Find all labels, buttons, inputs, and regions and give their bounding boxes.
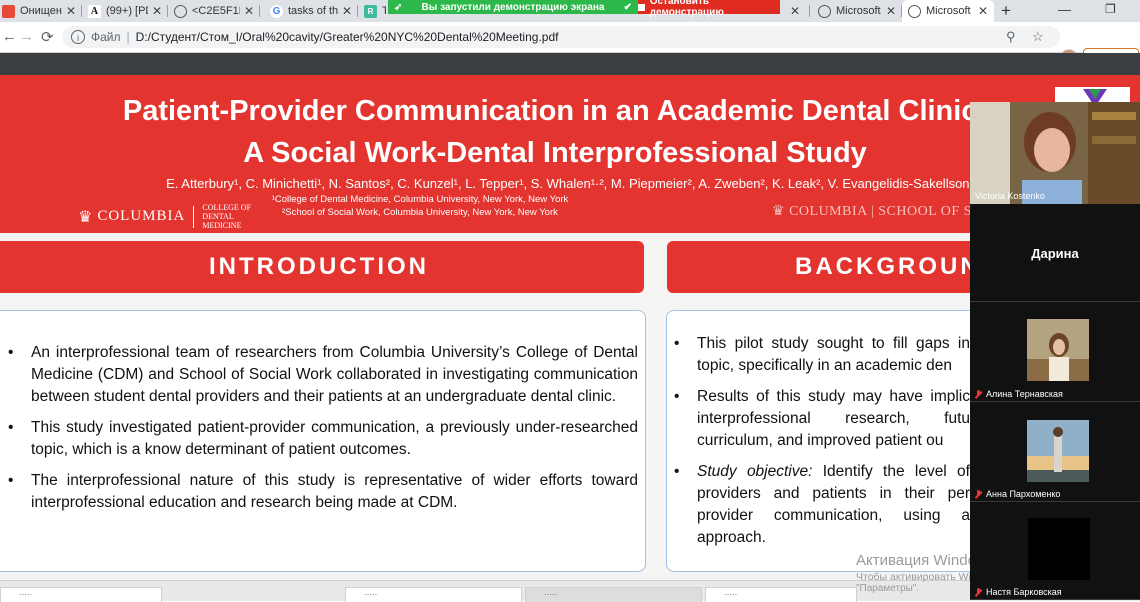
browser-tab[interactable]: ✕ [780, 0, 810, 22]
poster-page: Patient-Provider Communication in an Aca… [0, 75, 1140, 580]
browser-tab-active[interactable]: Microsoft ✕ [902, 0, 994, 22]
section-heading-introduction: INTRODUCTION [0, 241, 644, 293]
rg-icon: R [364, 4, 377, 18]
reload-icon[interactable]: ⟳ [41, 28, 54, 46]
participant-tile[interactable]: Дарина [970, 204, 1140, 302]
url-text: D:/Студент/Стом_I/Oral%20cavity/Greater%… [135, 30, 559, 44]
close-tab-icon[interactable]: ✕ [886, 4, 896, 18]
list-item: The interprofessional nature of this stu… [4, 470, 638, 514]
crown-icon: ♛ [78, 208, 93, 226]
list-item: Study objective: Identify the level of p… [670, 461, 970, 549]
browser-tab[interactable]: G tasks of th ✕ [264, 0, 358, 22]
globe-icon [818, 4, 831, 18]
shield-icon: ✔ [623, 1, 632, 13]
participant-tile[interactable]: Настя Барковская [970, 502, 1140, 600]
close-tab-icon[interactable]: ✕ [342, 4, 352, 18]
new-tab-button[interactable]: + [996, 1, 1016, 21]
google-icon: G [270, 4, 283, 18]
participant-name: Анна Пархоменко [975, 489, 1060, 499]
screen-share-banner: ➶ Вы запустили демонстрацию экрана ✔ Ост… [388, 0, 780, 18]
participant-tile[interactable]: Анна Пархоменко [970, 402, 1140, 502]
participant-tile[interactable]: Алина Тернавская [970, 302, 1140, 402]
close-tab-icon[interactable]: ✕ [66, 4, 76, 18]
pdf-toolbar [0, 53, 1140, 75]
globe-icon [908, 4, 921, 18]
participant-avatar [1028, 518, 1090, 580]
close-tab-icon[interactable]: ✕ [152, 4, 162, 18]
stop-share-button[interactable]: Остановить демонстрацию [638, 0, 780, 18]
address-bar[interactable]: i Файл | D:/Студент/Стом_I/Oral%20cavity… [62, 26, 1060, 48]
participant-tile[interactable]: Victoria Kostenko [970, 102, 1140, 204]
columbia-dental-logo: ♛ COLUMBIA COLLEGE OF DENTAL MEDICINE [78, 203, 252, 230]
minimize-icon[interactable]: — [1058, 2, 1071, 17]
academia-icon: A [88, 4, 101, 18]
globe-icon [174, 4, 187, 18]
participant-avatar [1027, 319, 1089, 381]
mic-muted-icon [975, 389, 982, 399]
list-item: Results of this study may have implic in… [670, 386, 970, 452]
list-item: This study investigated patient-provider… [4, 417, 638, 461]
browser-tab[interactable]: A (99+) [PDF ✕ [82, 0, 168, 22]
zoom-icon[interactable]: ⚲ [1006, 29, 1016, 45]
stop-icon [638, 3, 645, 11]
close-tab-icon[interactable]: ✕ [244, 4, 254, 18]
ticket-icon [2, 4, 15, 18]
mic-muted-icon [975, 587, 982, 597]
browser-tab[interactable]: <C2E5F1F ✕ [168, 0, 260, 22]
poster-title-line1: Patient-Provider Communication in an Aca… [122, 95, 988, 127]
list-item: This pilot study sought to fill gaps in … [670, 333, 970, 377]
mic-muted-icon [975, 489, 982, 499]
participant-name: Victoria Kostenko [975, 191, 1045, 201]
close-tab-icon[interactable]: ✕ [790, 4, 800, 18]
browser-toolbar: ← → ⟳ i Файл | D:/Студент/Стом_I/Oral%20… [0, 22, 1140, 69]
background-list: This pilot study sought to fill gaps in … [670, 333, 970, 558]
participant-avatar [1027, 420, 1089, 482]
participant-name: Алина Тернавская [975, 389, 1063, 399]
close-tab-icon[interactable]: ✕ [978, 4, 988, 18]
participant-name: Дарина [1031, 246, 1079, 261]
poster-header: Patient-Provider Communication in an Aca… [0, 75, 1140, 233]
participant-name: Настя Барковская [975, 587, 1062, 597]
poster-title-line2: A Social Work-Dental Interprofessional S… [243, 137, 867, 169]
browser-tab[interactable]: Онищенк ✕ [0, 0, 82, 22]
poster-authors: E. Atterbury¹, C. Minichetti¹, N. Santos… [166, 176, 974, 191]
participant-video [970, 102, 1140, 204]
share-status: ➶ Вы запустили демонстрацию экрана ✔ [388, 0, 638, 14]
bookmark-star-icon[interactable]: ☆ [1032, 29, 1044, 45]
list-item: An interprofessional team of researchers… [4, 342, 638, 408]
back-icon[interactable]: ← [2, 28, 17, 45]
crown-icon: ♛ [772, 204, 786, 219]
browser-tab[interactable]: Microsoft ✕ [812, 0, 902, 22]
pin-icon[interactable]: ➶ [394, 2, 402, 13]
forward-icon[interactable]: → [19, 28, 34, 45]
restore-icon[interactable]: ❐ [1105, 2, 1116, 16]
info-icon[interactable]: i [71, 30, 85, 44]
introduction-list: An interprofessional team of researchers… [4, 342, 638, 523]
video-participants-panel: Victoria Kostenko Дарина Алина Тернавска… [970, 102, 1140, 600]
browser-tab[interactable]: R Th [358, 0, 392, 22]
